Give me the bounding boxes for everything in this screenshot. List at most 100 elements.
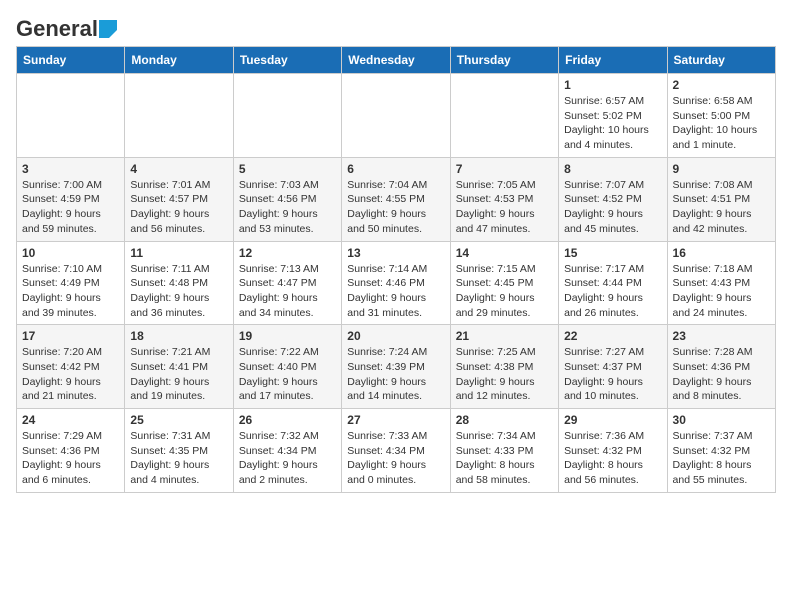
day-number: 3 [22, 162, 119, 176]
day-number: 24 [22, 413, 119, 427]
day-number: 27 [347, 413, 444, 427]
day-info: Sunrise: 7:33 AM Sunset: 4:34 PM Dayligh… [347, 429, 444, 488]
day-info: Sunrise: 7:13 AM Sunset: 4:47 PM Dayligh… [239, 262, 336, 321]
calendar-cell: 28 Sunrise: 7:34 AM Sunset: 4:33 PM Dayli… [450, 409, 558, 493]
calendar-cell: 20 Sunrise: 7:24 AM Sunset: 4:39 PM Dayli… [342, 325, 450, 409]
calendar-cell: 2Sunrise: 6:58 AM Sunset: 5:00 PM Daylig… [667, 74, 775, 158]
calendar-cell: 1 Sunrise: 6:57 AM Sunset: 5:02 PM Daylig… [559, 74, 667, 158]
day-number: 18 [130, 329, 227, 343]
logo: General [16, 16, 118, 38]
day-info: Sunrise: 7:14 AM Sunset: 4:46 PM Dayligh… [347, 262, 444, 321]
day-number: 4 [130, 162, 227, 176]
day-info: Sunrise: 7:05 AM Sunset: 4:53 PM Dayligh… [456, 178, 553, 237]
calendar-cell: 4 Sunrise: 7:01 AM Sunset: 4:57 PM Daylig… [125, 157, 233, 241]
day-number: 8 [564, 162, 661, 176]
day-info: Sunrise: 7:34 AM Sunset: 4:33 PM Dayligh… [456, 429, 553, 488]
calendar-cell: 12 Sunrise: 7:13 AM Sunset: 4:47 PM Dayli… [233, 241, 341, 325]
day-number: 28 [456, 413, 553, 427]
calendar-cell: 6 Sunrise: 7:04 AM Sunset: 4:55 PM Daylig… [342, 157, 450, 241]
calendar-cell: 15 Sunrise: 7:17 AM Sunset: 4:44 PM Dayli… [559, 241, 667, 325]
day-info: Sunrise: 7:00 AM Sunset: 4:59 PM Dayligh… [22, 178, 119, 237]
calendar-cell: 23 Sunrise: 7:28 AM Sunset: 4:36 PM Dayli… [667, 325, 775, 409]
day-info: Sunrise: 7:17 AM Sunset: 4:44 PM Dayligh… [564, 262, 661, 321]
calendar-cell: 24 Sunrise: 7:29 AM Sunset: 4:36 PM Dayli… [17, 409, 125, 493]
calendar-cell: 10 Sunrise: 7:10 AM Sunset: 4:49 PM Dayli… [17, 241, 125, 325]
calendar-cell [125, 74, 233, 158]
day-number: 6 [347, 162, 444, 176]
day-number: 22 [564, 329, 661, 343]
calendar-cell: 5 Sunrise: 7:03 AM Sunset: 4:56 PM Daylig… [233, 157, 341, 241]
calendar-cell: 14Sunrise: 7:15 AM Sunset: 4:45 PM Dayli… [450, 241, 558, 325]
weekday-header-saturday: Saturday [667, 47, 775, 74]
calendar-cell: 3 Sunrise: 7:00 AM Sunset: 4:59 PM Daylig… [17, 157, 125, 241]
day-number: 11 [130, 246, 227, 260]
day-number: 10 [22, 246, 119, 260]
calendar-cell: 17Sunrise: 7:20 AM Sunset: 4:42 PM Dayli… [17, 325, 125, 409]
calendar-cell: 11 Sunrise: 7:11 AM Sunset: 4:48 PM Dayli… [125, 241, 233, 325]
calendar-week-row-1: 1 Sunrise: 6:57 AM Sunset: 5:02 PM Daylig… [17, 74, 776, 158]
day-info: Sunrise: 7:11 AM Sunset: 4:48 PM Dayligh… [130, 262, 227, 321]
day-number: 23 [673, 329, 770, 343]
weekday-header-friday: Friday [559, 47, 667, 74]
day-info: Sunrise: 7:25 AM Sunset: 4:38 PM Dayligh… [456, 345, 553, 404]
day-number: 16 [673, 246, 770, 260]
day-info: Sunrise: 7:08 AM Sunset: 4:51 PM Dayligh… [673, 178, 770, 237]
day-info: Sunrise: 7:10 AM Sunset: 4:49 PM Dayligh… [22, 262, 119, 321]
day-info: Sunrise: 6:57 AM Sunset: 5:02 PM Dayligh… [564, 94, 661, 153]
calendar-cell: 18Sunrise: 7:21 AM Sunset: 4:41 PM Dayli… [125, 325, 233, 409]
day-number: 29 [564, 413, 661, 427]
calendar-table: SundayMondayTuesdayWednesdayThursdayFrid… [16, 46, 776, 493]
day-info: Sunrise: 7:29 AM Sunset: 4:36 PM Dayligh… [22, 429, 119, 488]
day-info: Sunrise: 7:32 AM Sunset: 4:34 PM Dayligh… [239, 429, 336, 488]
calendar-cell [233, 74, 341, 158]
calendar-cell: 8Sunrise: 7:07 AM Sunset: 4:52 PM Daylig… [559, 157, 667, 241]
day-number: 15 [564, 246, 661, 260]
day-info: Sunrise: 7:18 AM Sunset: 4:43 PM Dayligh… [673, 262, 770, 321]
day-info: Sunrise: 7:36 AM Sunset: 4:32 PM Dayligh… [564, 429, 661, 488]
day-number: 1 [564, 78, 661, 92]
calendar-cell: 19 Sunrise: 7:22 AM Sunset: 4:40 PM Dayli… [233, 325, 341, 409]
day-info: Sunrise: 7:01 AM Sunset: 4:57 PM Dayligh… [130, 178, 227, 237]
calendar-cell: 9 Sunrise: 7:08 AM Sunset: 4:51 PM Daylig… [667, 157, 775, 241]
calendar-cell: 25 Sunrise: 7:31 AM Sunset: 4:35 PM Dayli… [125, 409, 233, 493]
day-info: Sunrise: 7:24 AM Sunset: 4:39 PM Dayligh… [347, 345, 444, 404]
day-number: 17 [22, 329, 119, 343]
calendar-cell [17, 74, 125, 158]
day-info: Sunrise: 7:04 AM Sunset: 4:55 PM Dayligh… [347, 178, 444, 237]
calendar-week-row-3: 10 Sunrise: 7:10 AM Sunset: 4:49 PM Dayli… [17, 241, 776, 325]
day-info: Sunrise: 7:27 AM Sunset: 4:37 PM Dayligh… [564, 345, 661, 404]
day-number: 9 [673, 162, 770, 176]
header: General [16, 16, 776, 38]
calendar-cell: 29 Sunrise: 7:36 AM Sunset: 4:32 PM Dayli… [559, 409, 667, 493]
day-info: Sunrise: 6:58 AM Sunset: 5:00 PM Dayligh… [673, 94, 770, 153]
calendar-cell: 27 Sunrise: 7:33 AM Sunset: 4:34 PM Dayli… [342, 409, 450, 493]
weekday-header-monday: Monday [125, 47, 233, 74]
calendar-week-row-2: 3 Sunrise: 7:00 AM Sunset: 4:59 PM Daylig… [17, 157, 776, 241]
day-info: Sunrise: 7:31 AM Sunset: 4:35 PM Dayligh… [130, 429, 227, 488]
calendar-week-row-4: 17Sunrise: 7:20 AM Sunset: 4:42 PM Dayli… [17, 325, 776, 409]
day-number: 30 [673, 413, 770, 427]
calendar-cell: 30Sunrise: 7:37 AM Sunset: 4:32 PM Dayli… [667, 409, 775, 493]
calendar-cell: 13Sunrise: 7:14 AM Sunset: 4:46 PM Dayli… [342, 241, 450, 325]
day-number: 7 [456, 162, 553, 176]
logo-bird-icon [99, 20, 117, 38]
day-number: 19 [239, 329, 336, 343]
calendar-cell: 7 Sunrise: 7:05 AM Sunset: 4:53 PM Daylig… [450, 157, 558, 241]
calendar-cell: 26 Sunrise: 7:32 AM Sunset: 4:34 PM Dayli… [233, 409, 341, 493]
weekday-header-row: SundayMondayTuesdayWednesdayThursdayFrid… [17, 47, 776, 74]
day-info: Sunrise: 7:03 AM Sunset: 4:56 PM Dayligh… [239, 178, 336, 237]
day-info: Sunrise: 7:28 AM Sunset: 4:36 PM Dayligh… [673, 345, 770, 404]
day-number: 20 [347, 329, 444, 343]
weekday-header-thursday: Thursday [450, 47, 558, 74]
day-number: 25 [130, 413, 227, 427]
calendar-cell: 16 Sunrise: 7:18 AM Sunset: 4:43 PM Dayli… [667, 241, 775, 325]
weekday-header-sunday: Sunday [17, 47, 125, 74]
calendar-cell: 22 Sunrise: 7:27 AM Sunset: 4:37 PM Dayli… [559, 325, 667, 409]
calendar-cell [342, 74, 450, 158]
weekday-header-wednesday: Wednesday [342, 47, 450, 74]
day-info: Sunrise: 7:22 AM Sunset: 4:40 PM Dayligh… [239, 345, 336, 404]
day-number: 5 [239, 162, 336, 176]
day-number: 12 [239, 246, 336, 260]
day-number: 26 [239, 413, 336, 427]
weekday-header-tuesday: Tuesday [233, 47, 341, 74]
